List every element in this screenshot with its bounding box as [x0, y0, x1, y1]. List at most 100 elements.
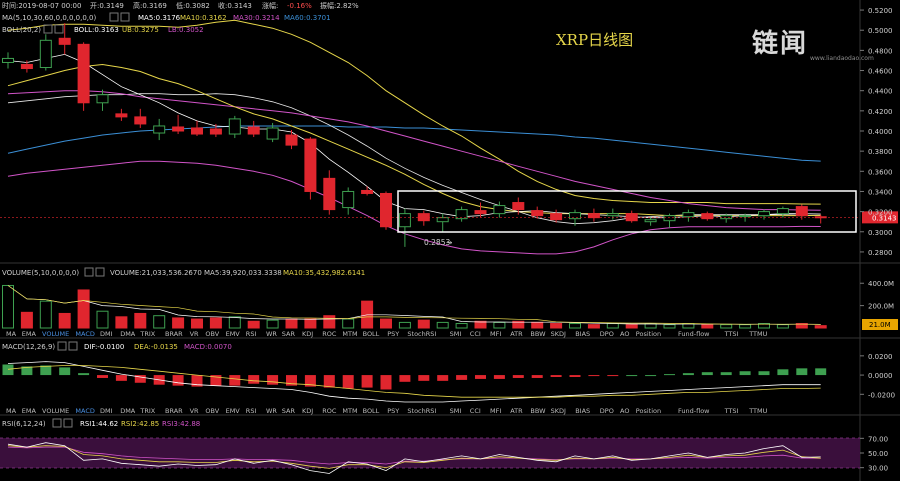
- price-panel[interactable]: [0, 19, 860, 255]
- indicator-tab[interactable]: Position: [636, 407, 661, 415]
- volume-bar[interactable]: [153, 315, 166, 329]
- macd-bar[interactable]: [475, 375, 486, 379]
- indicator-tab[interactable]: SKDJ: [551, 330, 566, 338]
- candle[interactable]: [115, 108, 128, 121]
- candle[interactable]: [77, 42, 90, 111]
- macd-bar[interactable]: [815, 368, 827, 376]
- volume-bar[interactable]: [417, 319, 430, 329]
- macd-bar[interactable]: [399, 375, 411, 382]
- volume-bar[interactable]: [115, 316, 128, 329]
- indicator-tab[interactable]: DMA: [120, 330, 136, 338]
- volume-bar[interactable]: [720, 324, 733, 329]
- macd-bar[interactable]: [607, 375, 619, 377]
- volume-bar[interactable]: [209, 317, 222, 329]
- indicator-tab[interactable]: VOLUME: [42, 330, 69, 338]
- indicator-tab[interactable]: SMI: [450, 407, 462, 415]
- candle[interactable]: [814, 214, 827, 224]
- macd-panel[interactable]: [2, 361, 827, 403]
- macd-bar[interactable]: [645, 375, 657, 377]
- volume-bar[interactable]: [606, 323, 619, 329]
- indicator-tab[interactable]: DPO: [600, 407, 614, 415]
- candle[interactable]: [285, 129, 298, 150]
- candle[interactable]: [96, 89, 109, 111]
- candle[interactable]: [323, 170, 336, 215]
- candle[interactable]: [474, 202, 487, 218]
- volume-bar[interactable]: [266, 319, 279, 329]
- indicator-tab[interactable]: SKDJ: [551, 407, 566, 415]
- volume-bar[interactable]: [342, 318, 355, 329]
- candle[interactable]: [380, 191, 392, 230]
- indicator-tab[interactable]: MFI: [490, 330, 501, 338]
- candle[interactable]: [153, 118, 166, 141]
- macd-bar[interactable]: [493, 375, 505, 379]
- indicator-tabs-volume[interactable]: MA EMA VOLUME MACD DMI DMA TRIX BRAR VR OBV EMV RSI…: [6, 330, 768, 338]
- indicator-tab[interactable]: BRAR: [165, 330, 183, 338]
- macd-bar[interactable]: [97, 375, 108, 378]
- candle[interactable]: [625, 210, 638, 223]
- macd-bar[interactable]: [248, 375, 260, 384]
- indicator-tab[interactable]: MTM: [342, 330, 357, 338]
- macd-bar[interactable]: [380, 375, 392, 390]
- indicator-tab[interactable]: VR: [190, 407, 199, 415]
- macd-settings-button[interactable]: [57, 341, 67, 351]
- indicator-tab[interactable]: MACD: [75, 407, 94, 415]
- macd-bar[interactable]: [758, 371, 770, 376]
- indicator-tab[interactable]: EMA: [22, 407, 37, 415]
- indicator-tab[interactable]: BBW: [530, 407, 546, 415]
- indicator-tab[interactable]: TTSI: [724, 407, 739, 415]
- indicator-tab[interactable]: MA: [6, 330, 17, 338]
- indicator-tab[interactable]: BOLL: [363, 330, 380, 338]
- volume-bar[interactable]: [20, 311, 33, 329]
- indicator-tab[interactable]: EMA: [22, 330, 37, 338]
- volume-settings-button[interactable]: [84, 267, 94, 277]
- indicator-tab[interactable]: StochRSI: [407, 407, 436, 415]
- indicator-tab[interactable]: OBV: [205, 407, 219, 415]
- indicator-tab[interactable]: DPO: [600, 330, 614, 338]
- volume-bar[interactable]: [701, 324, 714, 329]
- indicator-tab[interactable]: OBV: [205, 330, 219, 338]
- macd-bar[interactable]: [456, 375, 468, 380]
- candle[interactable]: [682, 209, 695, 222]
- indicator-tab[interactable]: ATR: [510, 330, 523, 338]
- volume-bar[interactable]: [776, 324, 789, 329]
- macd-close-button[interactable]: [68, 341, 78, 351]
- indicator-tab[interactable]: PSY: [387, 407, 399, 415]
- macd-bar[interactable]: [342, 375, 354, 389]
- indicator-tab[interactable]: BBW: [530, 330, 546, 338]
- candle[interactable]: [701, 211, 714, 221]
- indicator-tab[interactable]: Position: [636, 330, 661, 338]
- indicator-tab[interactable]: TRIX: [139, 330, 155, 338]
- candle[interactable]: [398, 208, 411, 247]
- volume-bar[interactable]: [191, 318, 203, 329]
- macd-bar[interactable]: [267, 375, 279, 385]
- boll-settings-button[interactable]: [43, 24, 53, 34]
- candle[interactable]: [247, 120, 260, 138]
- macd-bar[interactable]: [550, 375, 562, 377]
- macd-bar[interactable]: [569, 375, 581, 377]
- candle[interactable]: [587, 208, 600, 222]
- indicator-tab[interactable]: KDJ: [302, 330, 313, 338]
- indicator-tab[interactable]: BRAR: [165, 407, 183, 415]
- volume-bar[interactable]: [625, 324, 638, 329]
- indicator-tab[interactable]: TTMU: [748, 407, 767, 415]
- macd-bar[interactable]: [531, 375, 543, 378]
- macd-bar[interactable]: [777, 369, 789, 376]
- candle[interactable]: [455, 206, 468, 222]
- ma-close-button[interactable]: [120, 12, 130, 22]
- candle[interactable]: [663, 213, 676, 228]
- chart-canvas[interactable]: XRP日线图 链闻 www.liandaodao.com 0.31430.520…: [0, 0, 900, 481]
- indicator-tab[interactable]: Fund-flow: [678, 407, 710, 415]
- macd-bar[interactable]: [664, 374, 675, 376]
- candle[interactable]: [417, 210, 430, 226]
- volume-bar[interactable]: [493, 321, 506, 329]
- candle[interactable]: [436, 213, 449, 232]
- macd-bar[interactable]: [626, 375, 638, 377]
- indicator-tab[interactable]: MFI: [490, 407, 501, 415]
- volume-bar[interactable]: [380, 318, 392, 329]
- indicator-tab[interactable]: BIAS: [575, 407, 590, 415]
- candle[interactable]: [228, 115, 241, 139]
- rsi-close-button[interactable]: [63, 418, 73, 428]
- volume-bar[interactable]: [2, 284, 14, 329]
- volume-bar[interactable]: [134, 312, 147, 329]
- indicator-tab[interactable]: ROC: [322, 330, 337, 338]
